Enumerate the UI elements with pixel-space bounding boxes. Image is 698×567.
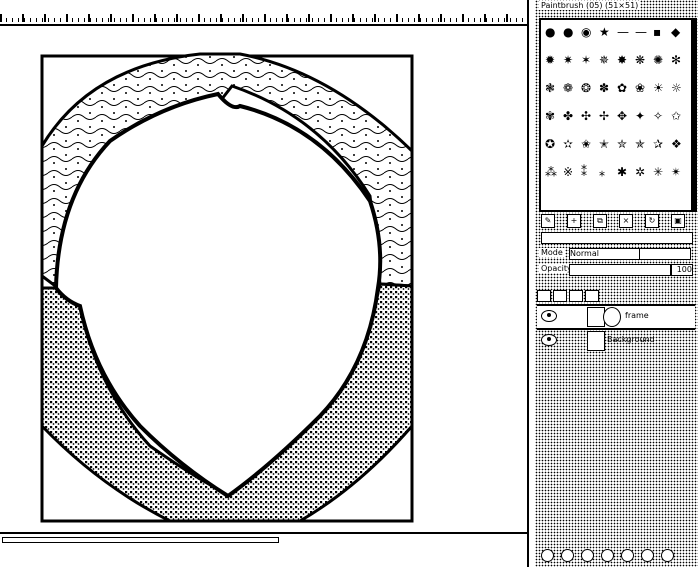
eye-icon[interactable] (541, 334, 557, 346)
brush-swatch[interactable]: ● (563, 26, 573, 38)
brush-swatch[interactable]: ✾ (545, 110, 555, 122)
brush-swatch[interactable]: ✵ (599, 54, 609, 66)
brush-swatch[interactable]: ✳ (653, 166, 663, 178)
mode-extra-select[interactable] (639, 248, 691, 260)
tab-layers[interactable] (537, 290, 551, 302)
layers-list[interactable]: frame Background (537, 304, 695, 544)
brush-swatch[interactable]: ✫ (563, 138, 573, 150)
brush-swatch[interactable]: ✸ (617, 54, 627, 66)
brush-swatch[interactable]: ✻ (671, 54, 681, 66)
tab-channels[interactable] (553, 290, 567, 302)
layer-row-background[interactable]: Background (537, 330, 695, 352)
brush-grid-scrollbar[interactable] (691, 18, 697, 212)
brush-swatch[interactable]: ✭ (599, 138, 609, 150)
canvas-horizontal-scrollbar[interactable] (0, 532, 527, 546)
layer-name[interactable]: frame (625, 311, 649, 320)
open-brush-as-image-button[interactable]: ▣ (671, 214, 685, 228)
layers-tabs (537, 290, 695, 302)
refresh-brushes-button[interactable]: ↻ (645, 214, 659, 228)
brush-swatch[interactable]: ⁑ (581, 166, 587, 178)
brush-swatch[interactable]: ✥ (617, 110, 627, 122)
brush-spacing-row (537, 232, 695, 246)
brush-swatch[interactable]: ✮ (617, 138, 627, 150)
brush-swatch[interactable]: ● (545, 26, 555, 38)
delete-layer-button[interactable] (661, 549, 674, 562)
brushes-header: Paintbrush (05) (51×51) (537, 0, 695, 18)
edit-brush-button[interactable]: ✎ (541, 214, 555, 228)
brush-swatch[interactable]: ✧ (653, 110, 663, 122)
brush-swatch[interactable]: ❂ (581, 82, 591, 94)
brush-swatch[interactable]: ❃ (545, 82, 555, 94)
tab-paths[interactable] (569, 290, 583, 302)
brush-swatch[interactable]: ✢ (599, 110, 609, 122)
opacity-row: Opacity 100 (539, 264, 693, 276)
brush-swatch[interactable]: ❖ (671, 138, 682, 150)
mode-label: Mode (539, 248, 565, 257)
brush-swatch[interactable]: ❀ (635, 82, 645, 94)
mode-row: Mode Normal (539, 248, 693, 260)
opacity-slider[interactable] (569, 264, 671, 276)
delete-brush-button[interactable]: × (619, 214, 633, 228)
brush-swatch[interactable]: ✪ (545, 138, 555, 150)
brush-swatch[interactable]: ✩ (671, 110, 681, 122)
brush-name-label: Paintbrush (05) (51×51) (539, 1, 641, 10)
brush-swatch[interactable]: ◉ (581, 26, 591, 38)
brush-swatch[interactable]: ✰ (653, 138, 663, 150)
brush-swatch[interactable]: ✽ (599, 82, 609, 94)
brush-swatch[interactable]: ✺ (653, 54, 663, 66)
brush-swatch[interactable]: ◆ (671, 26, 680, 38)
mask-layer-button[interactable] (641, 549, 654, 562)
lower-layer-button[interactable] (581, 549, 594, 562)
brush-swatch[interactable]: — (617, 26, 629, 38)
brush-swatch[interactable]: ✹ (545, 54, 555, 66)
brush-swatch[interactable]: ✴ (671, 166, 681, 178)
brush-spacing-slider[interactable] (541, 232, 693, 244)
brush-swatch[interactable]: ※ (563, 166, 573, 178)
brush-swatch[interactable]: ✶ (581, 54, 591, 66)
layer-mask-thumbnail (603, 307, 621, 327)
brush-swatch[interactable]: ❋ (635, 54, 645, 66)
horizontal-ruler (0, 0, 530, 26)
status-bar (0, 546, 527, 567)
brush-swatch[interactable]: ⁎ (599, 166, 605, 178)
image-canvas[interactable] (0, 26, 527, 531)
brush-dock-toolbar: ✎ + ⧉ × ↻ ▣ (537, 214, 695, 228)
brush-swatch[interactable]: ✦ (635, 110, 645, 122)
brush-swatch[interactable]: ✲ (635, 166, 645, 178)
brush-swatch[interactable]: ▪ (653, 26, 661, 38)
duplicate-layer-button[interactable] (601, 549, 614, 562)
brush-swatch[interactable]: ★ (599, 26, 610, 38)
tab-undo[interactable] (585, 290, 599, 302)
brush-swatch[interactable]: ✱ (617, 166, 627, 178)
layer-name[interactable]: Background (607, 335, 655, 344)
horizontal-scroll-thumb[interactable] (2, 537, 279, 543)
frame-artwork (40, 52, 414, 523)
anchor-layer-button[interactable] (621, 549, 634, 562)
duplicate-brush-button[interactable]: ⧉ (593, 214, 607, 228)
brush-swatch[interactable]: ✣ (581, 110, 591, 122)
brush-swatch[interactable]: ✬ (581, 138, 591, 150)
brush-swatch[interactable]: — (635, 26, 647, 38)
brush-swatch[interactable]: ✤ (563, 110, 573, 122)
layer-dock-buttons (537, 548, 695, 564)
brush-swatch[interactable]: ❁ (563, 82, 573, 94)
new-brush-button[interactable]: + (567, 214, 581, 228)
brush-swatch[interactable]: ☀ (653, 82, 664, 94)
brush-swatch[interactable]: ✷ (563, 54, 573, 66)
layer-row-frame[interactable]: frame (537, 304, 695, 330)
layer-thumbnail (587, 331, 605, 351)
new-layer-button[interactable] (541, 549, 554, 562)
brush-swatch[interactable]: ✯ (635, 138, 645, 150)
brush-swatch[interactable]: ✿ (617, 82, 627, 94)
dock-panel: Paintbrush (05) (51×51) ● ● ◉ ★ — — ▪ ◆ ✹ ✷ ✶ ✵ ✸ ❋ ✺ ✻… (535, 0, 698, 567)
raise-layer-button[interactable] (561, 549, 574, 562)
brush-swatch[interactable]: ⁂ (545, 166, 557, 178)
eye-icon[interactable] (541, 310, 557, 322)
mode-select[interactable]: Normal (569, 248, 641, 260)
ruler-ticks-minor (0, 18, 530, 22)
brush-grid[interactable]: ● ● ◉ ★ — — ▪ ◆ ✹ ✷ ✶ ✵ ✸ ❋ ✺ ✻ ❃ ❁ ❂ ✽ ✿ ❀ ☀ ☼ ✾ ✤ ✣ ✢ ✥ ✦ ✧ ✩ ✪ ✫ ✬ ✭ ✮ ✯ ✰ ❖… (539, 18, 693, 212)
opacity-value[interactable]: 100 (671, 264, 693, 276)
brush-swatch[interactable]: ☼ (671, 82, 682, 94)
